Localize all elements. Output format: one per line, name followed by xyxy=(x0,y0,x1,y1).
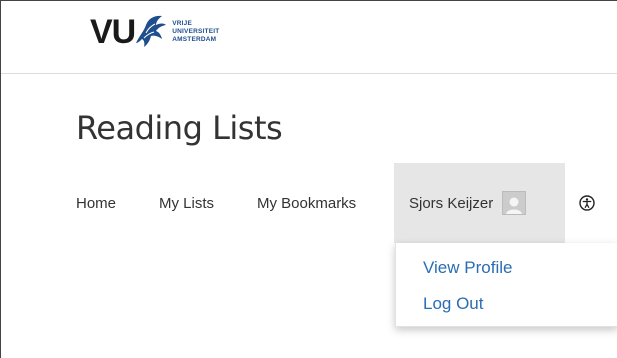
page-title: Reading Lists xyxy=(76,109,283,147)
logo-text: VRIJE UNIVERSITEIT AMSTERDAM xyxy=(172,20,219,44)
accessibility-icon xyxy=(579,195,595,211)
user-dropdown-menu: View Profile Log Out xyxy=(395,243,617,327)
main-nav: Home My Lists My Bookmarks Sjors Keijzer xyxy=(1,163,617,243)
logo-text-line-3: AMSTERDAM xyxy=(172,36,217,43)
vu-logo[interactable]: VU VRIJE UNIVERSITEIT AMSTERDAM xyxy=(90,11,219,53)
user-name: Sjors Keijzer xyxy=(409,194,494,212)
page-frame: VU VRIJE UNIVERSITEIT AMSTERDAM Reading … xyxy=(0,0,617,358)
top-bar: VU VRIJE UNIVERSITEIT AMSTERDAM xyxy=(1,1,617,74)
accessibility-button[interactable] xyxy=(579,163,595,243)
nav-my-lists[interactable]: My Lists xyxy=(159,163,214,243)
user-menu-toggle[interactable]: Sjors Keijzer xyxy=(394,163,565,243)
user-avatar-icon xyxy=(502,191,527,215)
logo-text-line-2: UNIVERSITEIT xyxy=(172,28,220,35)
logo-wordmark: VU xyxy=(90,13,136,51)
nav-my-bookmarks[interactable]: My Bookmarks xyxy=(257,163,356,243)
view-profile-link[interactable]: View Profile xyxy=(423,258,512,278)
nav-home[interactable]: Home xyxy=(76,163,116,243)
logo-text-line-1: VRIJE xyxy=(172,20,193,27)
log-out-link[interactable]: Log Out xyxy=(423,294,484,314)
griffin-logo-icon xyxy=(136,15,167,48)
